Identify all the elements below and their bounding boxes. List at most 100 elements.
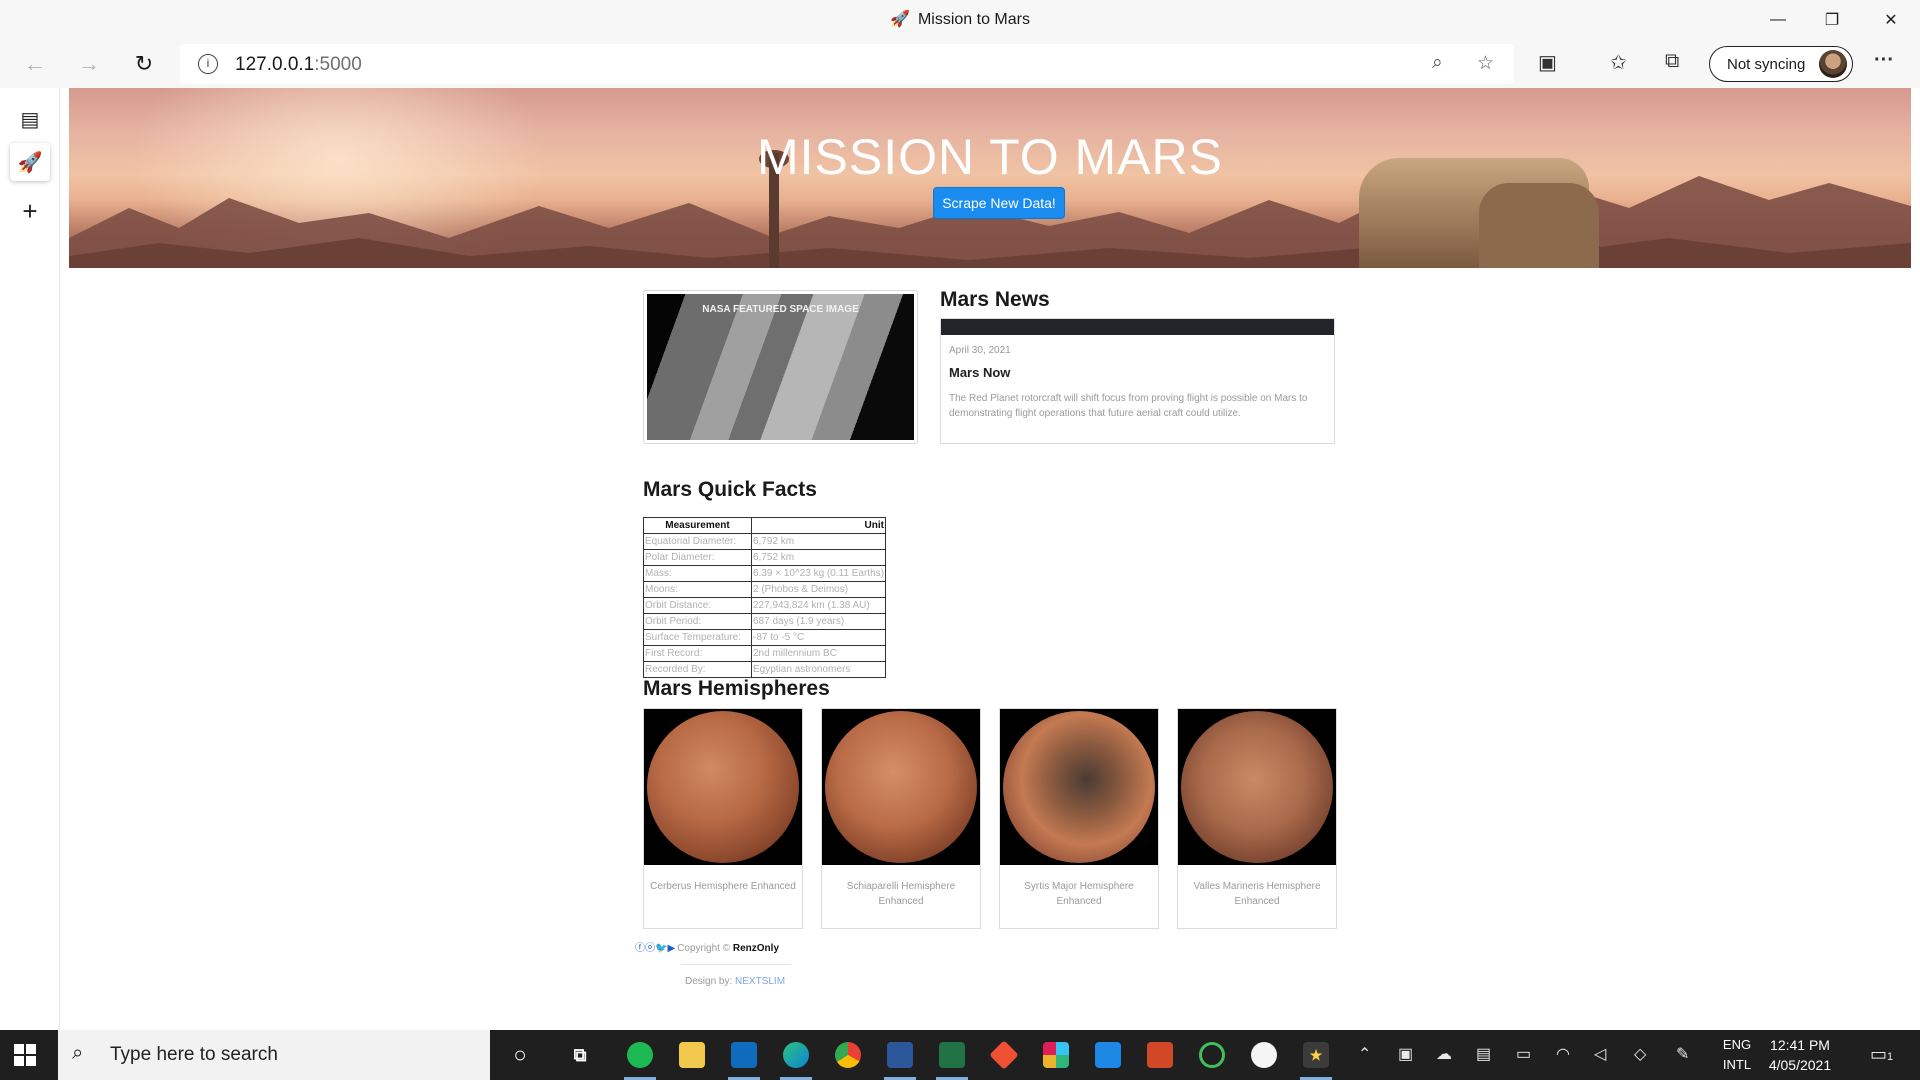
page-content: MISSION TO MARS Scrape New Data! NASA FE… <box>61 88 1920 1030</box>
url-text[interactable]: 127.0.0.1:5000 <box>235 54 362 76</box>
input-language[interactable]: ENG INTL <box>1714 1035 1760 1075</box>
hemisphere-image <box>1000 709 1158 865</box>
star-logo: ★ <box>1303 1042 1329 1068</box>
new-tab-icon[interactable]: + <box>10 192 50 230</box>
news-card-header-bar <box>941 319 1334 335</box>
minimize-button[interactable]: — <box>1751 0 1805 40</box>
profile-sync-button[interactable]: Not syncing <box>1709 46 1853 82</box>
table-row: Mass: 6.39 × 10^23 kg (0.11 Earths) <box>643 565 886 582</box>
vscode-logo <box>1095 1042 1121 1068</box>
excel-icon[interactable] <box>930 1037 974 1080</box>
url-host: 127.0.0.1 <box>235 54 315 75</box>
extensions-icon[interactable]: ▣ <box>1538 50 1557 75</box>
hemisphere-image <box>822 709 980 865</box>
facts-column-header: Measurement <box>643 517 752 534</box>
fact-label: Recorded By: <box>643 661 752 678</box>
news-date: April 30, 2021 <box>949 345 1011 356</box>
vscode-icon[interactable] <box>1086 1037 1130 1073</box>
restore-button[interactable]: ❐ <box>1805 0 1859 40</box>
facts-table: Measurement Unit Equatorial Diameter: 6,7… <box>643 517 886 678</box>
featured-image[interactable]: NASA FEATURED SPACE IMAGE <box>643 290 918 444</box>
mongodb-icon[interactable] <box>1242 1037 1286 1073</box>
social-icons[interactable]: ⓕⓞ🐦▶ <box>635 943 675 954</box>
git-icon[interactable] <box>982 1037 1026 1073</box>
hemisphere-card-schiaparelli[interactable]: Schiaparelli Hemisphere Enhanced <box>821 708 981 929</box>
table-row: Equatorial Diameter: 6,792 km <box>643 533 886 550</box>
hemisphere-title: Cerberus Hemisphere Enhanced <box>650 881 796 892</box>
design-credit-link[interactable]: NEXTSLIM <box>735 976 785 987</box>
battery-icon[interactable]: ▭ <box>1516 1044 1531 1064</box>
windows-taskbar: ⌕ Type here to search ○ ⧉ ★ ⌃ ▣ ☁ ▤ ▭ ◠ … <box>0 1030 1920 1080</box>
volume-icon[interactable]: ◁ <box>1594 1044 1606 1064</box>
mars-globe <box>1181 711 1333 863</box>
fact-label: Orbit Distance: <box>643 597 752 614</box>
folder-logo <box>679 1042 705 1068</box>
notifications-icon[interactable]: ▭1 <box>1870 1044 1893 1065</box>
profile-avatar <box>1819 50 1847 78</box>
hemisphere-card-valles-marineris[interactable]: Valles Marineris Hemisphere Enhanced <box>1177 708 1337 929</box>
news-title: Mars Now <box>949 365 1011 380</box>
tab-mission-to-mars[interactable]: 🚀 <box>10 143 50 181</box>
security-icon[interactable]: ▤ <box>1476 1044 1491 1064</box>
search-icon: ⌕ <box>72 1042 84 1064</box>
cortana-icon[interactable]: ○ <box>498 1037 542 1073</box>
more-menu-icon[interactable]: ··· <box>1874 49 1894 72</box>
meet-now-icon[interactable]: ▣ <box>1398 1044 1413 1064</box>
outlook-icon[interactable] <box>722 1037 766 1080</box>
featured-image-picture: NASA FEATURED SPACE IMAGE <box>647 294 914 440</box>
back-button[interactable]: ← <box>17 48 53 80</box>
collections-icon[interactable]: ⧉ <box>1665 50 1679 73</box>
excel-logo <box>939 1042 965 1068</box>
slack-icon[interactable] <box>1034 1037 1078 1073</box>
dropbox-icon[interactable]: ◇ <box>1634 1044 1646 1064</box>
address-bar[interactable]: i 127.0.0.1:5000 ⌕ ☆ <box>180 44 1514 84</box>
edge-logo <box>783 1042 809 1068</box>
powerpoint-icon[interactable] <box>1138 1037 1182 1073</box>
favorites-icon[interactable]: ✩ <box>1610 50 1627 75</box>
task-view-icon[interactable]: ⧉ <box>558 1037 602 1073</box>
site-info-icon[interactable]: i <box>198 54 218 74</box>
add-favorite-icon[interactable]: ☆ <box>1477 52 1494 75</box>
edge-icon[interactable] <box>774 1037 818 1080</box>
taskbar-clock[interactable]: 12:41 PM 4/05/2021 <box>1760 1035 1840 1075</box>
header-banner: MISSION TO MARS Scrape New Data! <box>69 88 1911 268</box>
fact-label: First Record: <box>643 645 752 662</box>
progress-app-icon[interactable] <box>1190 1037 1234 1073</box>
word-icon[interactable] <box>878 1037 922 1080</box>
forward-button[interactable]: → <box>71 48 107 80</box>
starred-app-icon[interactable]: ★ <box>1294 1037 1338 1080</box>
copyright-author: RenzOnly <box>732 943 780 954</box>
window-title-bar: 🚀 Mission to Mars — ❐ ✕ <box>0 0 1920 40</box>
wifi-icon[interactable]: ◠ <box>1556 1044 1570 1064</box>
hemisphere-card-cerberus[interactable]: Cerberus Hemisphere Enhanced <box>643 708 803 929</box>
fact-value: 6,752 km <box>751 549 886 566</box>
word-logo <box>887 1042 913 1068</box>
zoom-icon[interactable]: ⌕ <box>1432 52 1443 74</box>
spotify-logo <box>627 1042 653 1068</box>
hemisphere-card-syrtis-major[interactable]: Syrtis Major Hemisphere Enhanced <box>999 708 1159 929</box>
windows-logo-icon <box>26 1044 36 1054</box>
refresh-button[interactable]: ↻ <box>126 48 162 80</box>
table-row: Polar Diameter: 6,752 km <box>643 549 886 566</box>
keyboard-layout: INTL <box>1722 1057 1752 1072</box>
tray-overflow-chevron-icon[interactable]: ⌃ <box>1358 1044 1371 1064</box>
facts-heading: Mars Quick Facts <box>643 478 817 501</box>
start-button[interactable] <box>14 1044 36 1066</box>
file-explorer-icon[interactable] <box>670 1037 714 1073</box>
sync-label: Not syncing <box>1727 56 1806 73</box>
taskbar-search-box[interactable]: ⌕ Type here to search <box>58 1030 490 1080</box>
clock-time: 12:41 PM <box>1770 1037 1830 1053</box>
fact-label: Surface Temperature: <box>643 629 752 646</box>
scrape-button[interactable]: Scrape New Data! <box>933 187 1065 219</box>
onedrive-icon[interactable]: ☁ <box>1436 1044 1452 1064</box>
tab-actions-icon[interactable]: ▤ <box>10 100 50 138</box>
spotify-icon[interactable] <box>618 1037 662 1080</box>
close-button[interactable]: ✕ <box>1864 0 1918 40</box>
pen-icon[interactable]: ✎ <box>1676 1044 1689 1064</box>
hemisphere-image <box>644 709 802 865</box>
table-row: First Record: 2nd millennium BC <box>643 645 886 662</box>
fact-value: 687 days (1.9 years) <box>751 613 886 630</box>
chrome-icon[interactable] <box>826 1037 870 1073</box>
footer-credit: Design by: NEXTSLIM <box>685 976 785 987</box>
fact-label: Equatorial Diameter: <box>643 533 752 550</box>
